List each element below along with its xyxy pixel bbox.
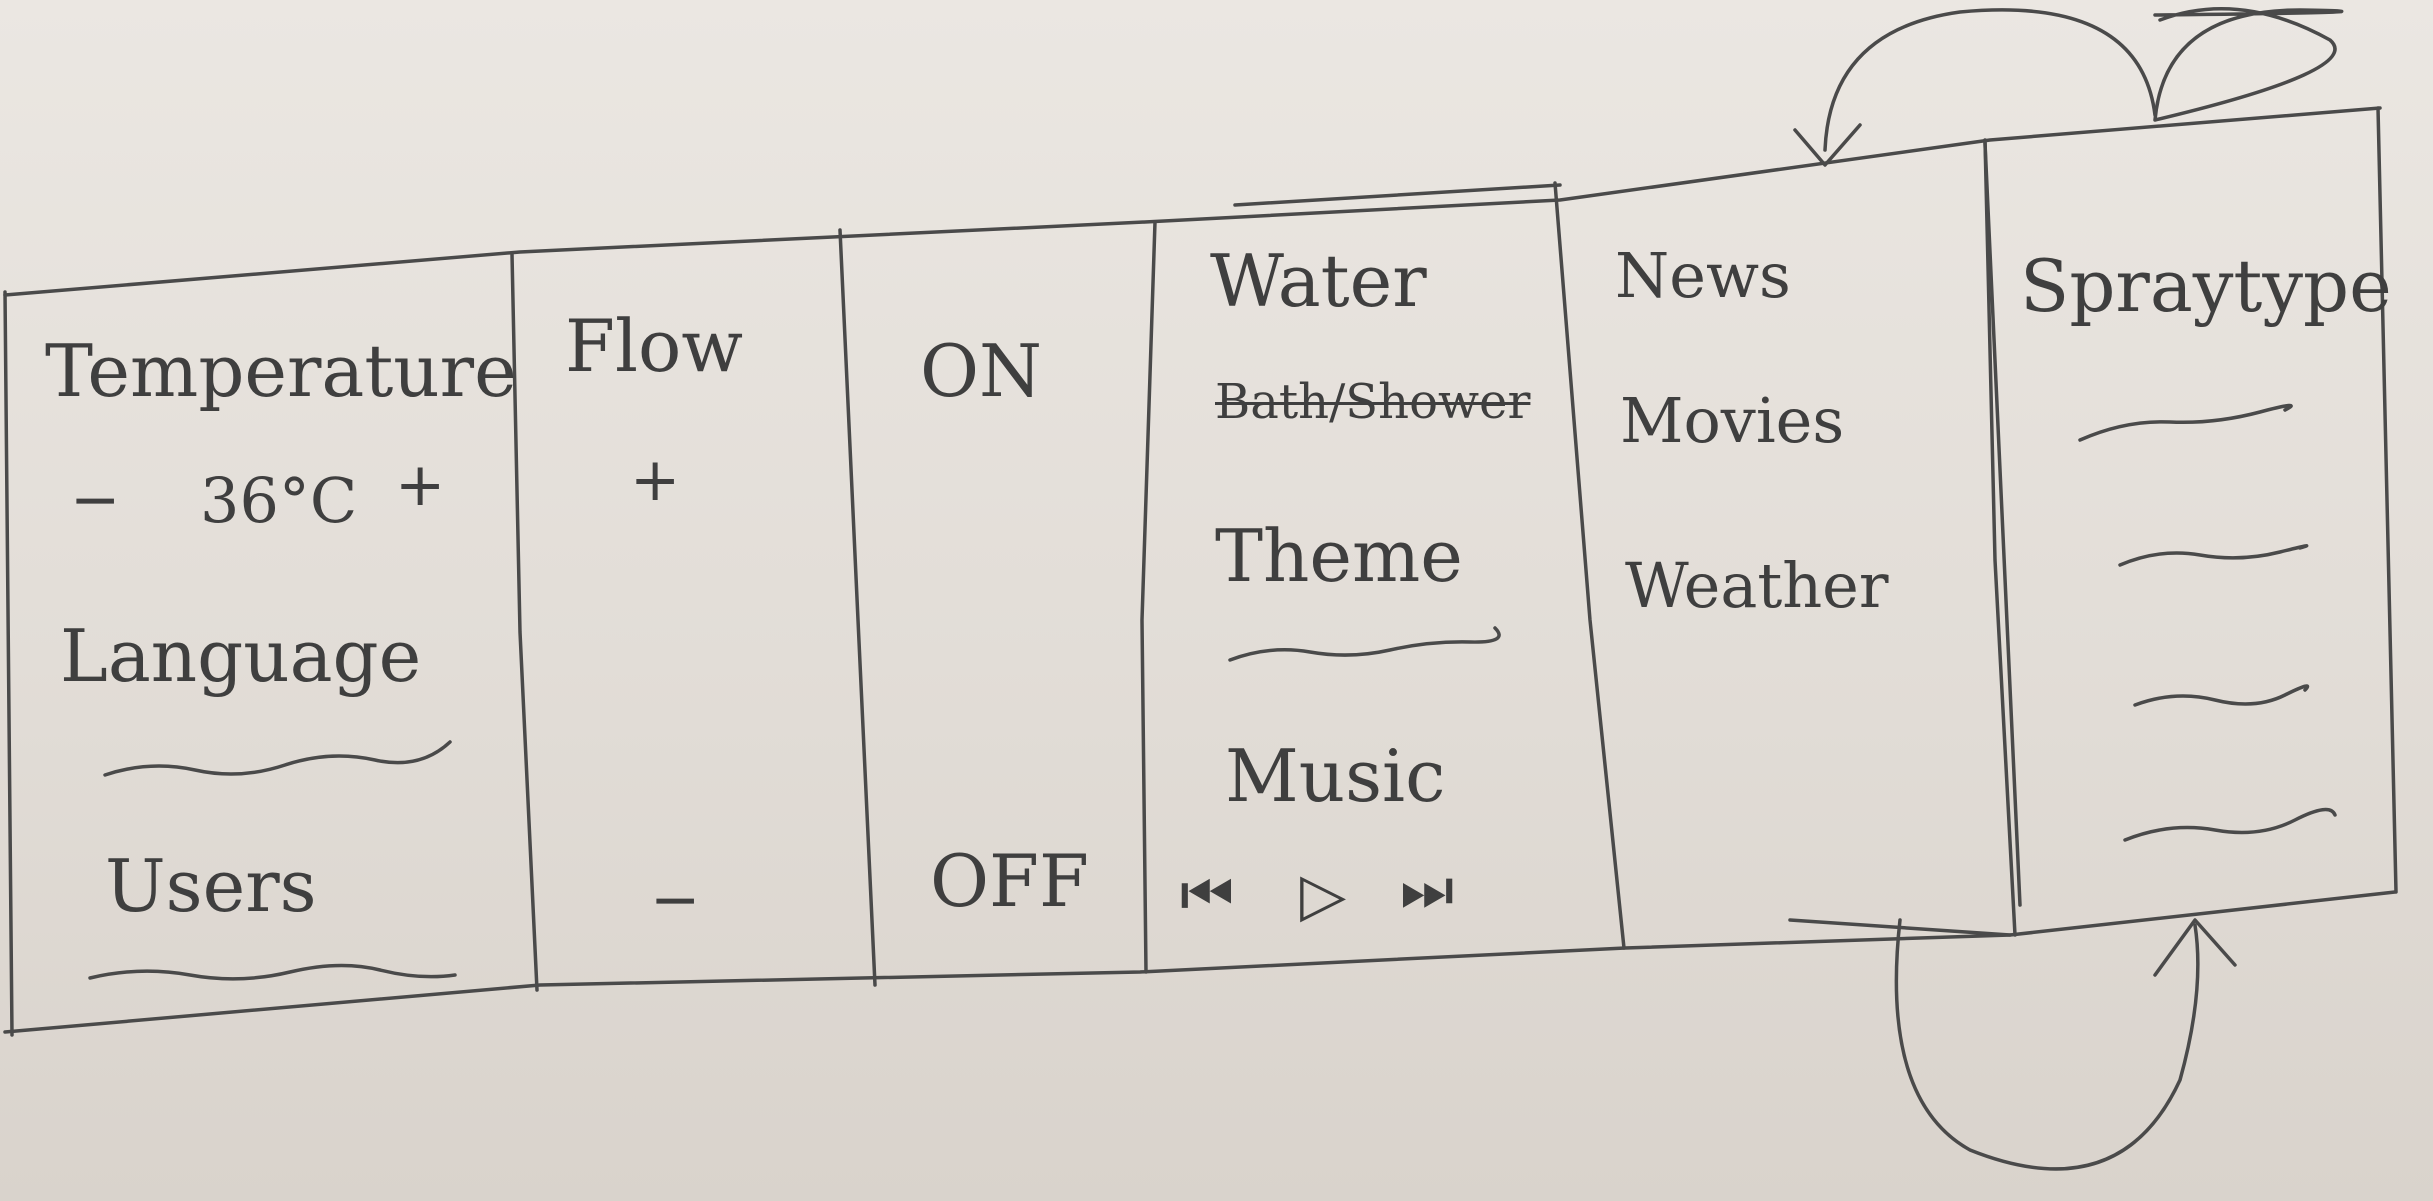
bottom-loop-curve (1894, 918, 2200, 1171)
temperature-decrease-button[interactable]: − (70, 470, 120, 530)
spray-squiggle-4 (2123, 807, 2337, 842)
skip-back-icon[interactable]: ⏮ (1180, 865, 1234, 925)
flow-label: Flow (565, 304, 743, 388)
music-label: Music (1225, 734, 1446, 818)
top-loop-arrow (2153, 7, 2344, 122)
users-menu[interactable]: Users (105, 850, 317, 922)
on-button[interactable]: ON (920, 335, 1042, 407)
theme-squiggle (1228, 626, 1501, 662)
weather-item[interactable]: Weather (1625, 555, 1889, 617)
spray-type-label: Spraytype (2020, 244, 2392, 328)
temperature-label: Temperature (45, 329, 517, 413)
divider-3 (1140, 220, 1157, 974)
frame-left-edge (3, 290, 14, 1037)
skip-forward-icon[interactable]: ⏭ (1400, 860, 1454, 920)
temperature-increase-button[interactable]: + (395, 455, 445, 515)
sketch-lines (3, 7, 2398, 1171)
spray-squiggle-1 (2078, 403, 2293, 442)
water-label: Water (1210, 239, 1427, 323)
bath-shower-option[interactable]: Bath/Shower (1215, 378, 1530, 426)
news-item[interactable]: News (1615, 245, 1791, 307)
flow-decrease-button[interactable]: − (650, 870, 700, 930)
frame-right-edge (2376, 106, 2398, 894)
spray-squiggle-2 (2118, 544, 2309, 567)
theme-label[interactable]: Theme (1215, 520, 1463, 592)
language-squiggle (103, 740, 452, 777)
temperature-value: 36°C (200, 464, 358, 537)
spray-squiggle-3 (2133, 684, 2310, 707)
language-menu[interactable]: Language (60, 620, 421, 692)
divider-5b (1983, 141, 2022, 907)
sketch-paper: Temperature − 36°C + Language Users Flow… (0, 0, 2433, 1201)
off-button[interactable]: OFF (930, 845, 1089, 917)
flow-increase-button[interactable]: + (630, 450, 680, 510)
divider-4 (1553, 181, 1626, 950)
movies-item[interactable]: Movies (1620, 390, 1844, 452)
users-squiggle (88, 963, 457, 981)
play-icon[interactable]: ▷ (1300, 865, 1346, 925)
divider-2 (838, 228, 877, 987)
